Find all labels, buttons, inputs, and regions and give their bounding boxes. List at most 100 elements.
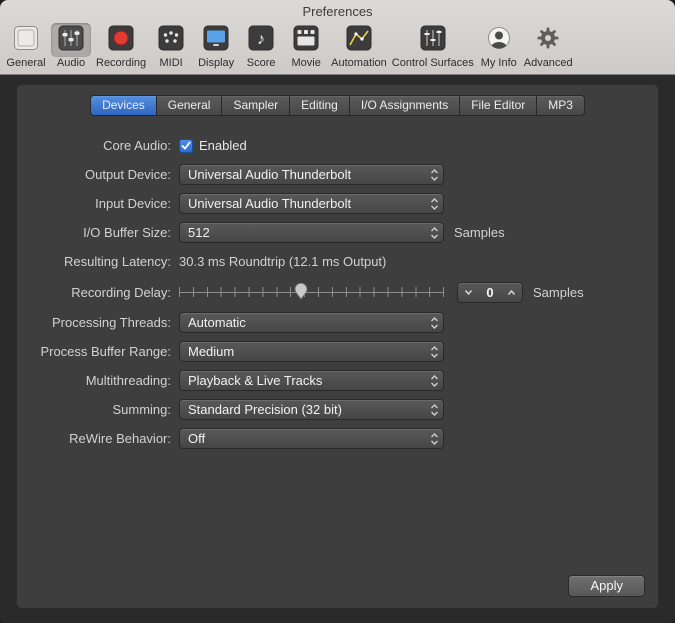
toolbar-item-automation[interactable]: Automation xyxy=(331,23,387,69)
core-audio-checkbox-label[interactable]: Enabled xyxy=(199,138,247,153)
popup-value: Universal Audio Thunderbolt xyxy=(188,167,352,182)
toolbar-item-audio[interactable]: Audio xyxy=(51,23,91,69)
general-icon xyxy=(13,25,39,56)
toolbar-item-label: Control Surfaces xyxy=(391,57,474,69)
popup-value: Standard Precision (32 bit) xyxy=(188,402,342,417)
popup-value: Playback & Live Tracks xyxy=(188,373,323,388)
slider-ticks xyxy=(179,287,444,297)
toolbar-item-control-surfaces[interactable]: Control Surfaces xyxy=(392,23,474,69)
checkmark-icon xyxy=(181,137,191,155)
input-device-popup[interactable]: Universal Audio Thunderbolt xyxy=(179,193,444,214)
recording-delay-label: Recording Delay: xyxy=(71,284,171,300)
toolbar-item-label: Automation xyxy=(331,57,387,69)
core-audio-label: Core Audio: xyxy=(103,138,171,153)
popup-value: Off xyxy=(188,431,206,446)
toolbar-item-label: Audio xyxy=(56,57,86,69)
multithreading-row: Multithreading: Playback & Live Tracks xyxy=(17,366,658,395)
popup-value: Medium xyxy=(188,344,235,359)
tab-sampler[interactable]: Sampler xyxy=(222,95,291,116)
io-buffer-size-unit: Samples xyxy=(454,225,505,240)
devices-form: Core Audio: Enabled Output Device: Unive… xyxy=(17,131,658,453)
popup-chevrons-icon xyxy=(430,345,439,359)
film-strip-icon xyxy=(293,25,319,56)
toolbar-item-label: MIDI xyxy=(159,57,183,69)
resulting-latency-label: Resulting Latency: xyxy=(64,254,171,269)
tab-file-editor[interactable]: File Editor xyxy=(460,95,538,116)
popup-chevrons-icon xyxy=(430,403,439,417)
toolbar-item-label: Advanced xyxy=(523,57,573,69)
summing-popup[interactable]: Standard Precision (32 bit) xyxy=(179,399,444,420)
toolbar-item-my-info[interactable]: My Info xyxy=(479,23,519,69)
input-device-label: Input Device: xyxy=(95,196,171,211)
popup-chevrons-icon xyxy=(430,316,439,330)
toolbar-item-label: Score xyxy=(246,57,276,69)
mixer-faders-icon xyxy=(420,25,446,56)
rewire-behavior-label: ReWire Behavior: xyxy=(69,431,171,446)
toolbar-item-label: Recording xyxy=(96,57,147,69)
output-device-row: Output Device: Universal Audio Thunderbo… xyxy=(17,160,658,189)
person-icon xyxy=(486,25,512,56)
stepper-up-button[interactable] xyxy=(507,289,516,296)
process-buffer-range-label: Process Buffer Range: xyxy=(40,344,171,359)
popup-value: 512 xyxy=(188,225,210,240)
recording-delay-row: Recording Delay: 0 Samples xyxy=(17,276,658,308)
input-device-row: Input Device: Universal Audio Thunderbol… xyxy=(17,189,658,218)
multithreading-label: Multithreading: xyxy=(85,373,171,388)
rewire-behavior-popup[interactable]: Off xyxy=(179,428,444,449)
toolbar-item-midi[interactable]: MIDI xyxy=(151,23,191,69)
tab-devices[interactable]: Devices xyxy=(90,95,157,116)
output-device-popup[interactable]: Universal Audio Thunderbolt xyxy=(179,164,444,185)
audio-faders-icon xyxy=(58,25,84,56)
tab-bar: Devices General Sampler Editing I/O Assi… xyxy=(17,95,658,116)
popup-chevrons-icon xyxy=(430,168,439,182)
content-area: Devices General Sampler Editing I/O Assi… xyxy=(0,75,675,623)
output-device-label: Output Device: xyxy=(85,167,171,182)
toolbar-item-recording[interactable]: Recording xyxy=(96,23,146,69)
popup-value: Universal Audio Thunderbolt xyxy=(188,196,352,211)
tab-editing[interactable]: Editing xyxy=(290,95,350,116)
recording-delay-slider-thumb[interactable] xyxy=(294,282,308,305)
recording-delay-stepper[interactable]: 0 xyxy=(457,281,523,303)
popup-chevrons-icon xyxy=(430,197,439,211)
tab-general[interactable]: General xyxy=(156,95,223,116)
resulting-latency-row: Resulting Latency: 30.3 ms Roundtrip (12… xyxy=(17,247,658,276)
preferences-window: Preferences General Audio Recording MIDI… xyxy=(0,0,675,623)
recording-delay-unit: Samples xyxy=(533,284,584,300)
recording-delay-value[interactable]: 0 xyxy=(486,285,493,300)
multithreading-popup[interactable]: Playback & Live Tracks xyxy=(179,370,444,391)
process-buffer-range-popup[interactable]: Medium xyxy=(179,341,444,362)
core-audio-checkbox[interactable] xyxy=(179,137,193,155)
toolbar-item-display[interactable]: Display xyxy=(196,23,236,69)
window-title: Preferences xyxy=(302,4,373,19)
toolbar-item-advanced[interactable]: Advanced xyxy=(524,23,573,69)
toolbar-item-movie[interactable]: Movie xyxy=(286,23,326,69)
toolbar-item-label: Display xyxy=(198,57,235,69)
gear-icon xyxy=(535,25,561,56)
processing-threads-label: Processing Threads: xyxy=(52,315,171,330)
core-audio-row: Core Audio: Enabled xyxy=(17,131,658,160)
automation-curve-icon xyxy=(346,25,372,56)
popup-chevrons-icon xyxy=(430,226,439,240)
toolbar-item-general[interactable]: General xyxy=(6,23,46,69)
svg-text:♪: ♪ xyxy=(257,31,265,48)
toolbar-item-score[interactable]: ♪ Score xyxy=(241,23,281,69)
processing-threads-row: Processing Threads: Automatic xyxy=(17,308,658,337)
toolbar-item-label: My Info xyxy=(480,57,517,69)
record-circle-icon xyxy=(108,25,134,56)
music-note-icon: ♪ xyxy=(248,25,274,56)
rewire-behavior-row: ReWire Behavior: Off xyxy=(17,424,658,453)
toolbar: Preferences General Audio Recording MIDI… xyxy=(0,0,675,75)
io-buffer-size-label: I/O Buffer Size: xyxy=(83,225,171,240)
processing-threads-popup[interactable]: Automatic xyxy=(179,312,444,333)
toolbar-item-label: Movie xyxy=(291,57,321,69)
tab-io-assignments[interactable]: I/O Assignments xyxy=(349,95,461,116)
io-buffer-size-row: I/O Buffer Size: 512 Samples xyxy=(17,218,658,247)
io-buffer-size-popup[interactable]: 512 xyxy=(179,222,444,243)
recording-delay-slider[interactable] xyxy=(179,282,444,302)
tab-mp3[interactable]: MP3 xyxy=(537,95,585,116)
process-buffer-range-row: Process Buffer Range: Medium xyxy=(17,337,658,366)
display-monitor-icon xyxy=(203,25,229,56)
popup-chevrons-icon xyxy=(430,374,439,388)
stepper-down-button[interactable] xyxy=(464,289,473,296)
apply-button[interactable]: Apply xyxy=(568,575,645,597)
